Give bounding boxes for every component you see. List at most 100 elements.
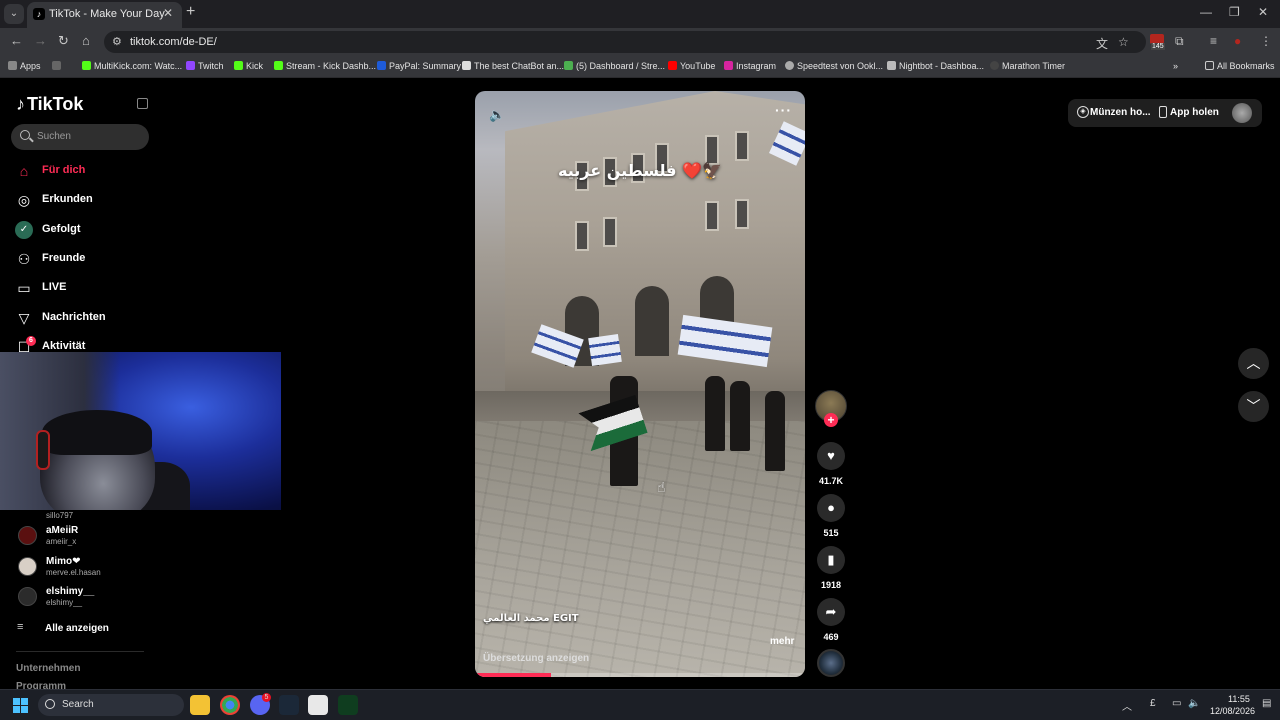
address-bar[interactable]: ⚙ tiktok.com/de-DE/ 文 ☆	[104, 31, 1146, 53]
bookmark-twitch[interactable]: Twitch	[186, 61, 224, 71]
reload-icon[interactable]: ↻	[58, 33, 69, 49]
bookmark-marathon-timer[interactable]: Marathon Timer	[990, 61, 1065, 71]
bookmark-paypal[interactable]: PayPal: Summary	[377, 61, 461, 71]
nav-live[interactable]: ▭ LIVE	[15, 277, 165, 299]
nav-explore[interactable]: ◎ Erkunden	[15, 189, 165, 211]
video-progress-bar[interactable]	[475, 673, 805, 677]
comment-count: 515	[823, 528, 839, 538]
profile-avatar[interactable]	[1232, 103, 1252, 123]
tab-tiktok[interactable]: ♪ TikTok - Make Your Day ✕	[27, 2, 182, 28]
all-bookmarks[interactable]: All Bookmarks	[1205, 61, 1275, 71]
following-account[interactable]: elshimy__ elshimy__	[15, 584, 165, 610]
grid-icon	[52, 61, 61, 70]
follow-plus-icon[interactable]: +	[824, 413, 838, 427]
back-icon[interactable]: ←	[10, 33, 23, 48]
network-icon[interactable]: ▭	[1172, 698, 1181, 709]
chrome-menu-icon[interactable]: ⋮	[1260, 34, 1272, 48]
building-window	[735, 199, 749, 229]
footer-company-link[interactable]: Unternehmen	[16, 663, 80, 674]
more-bookmarks-icon[interactable]: »	[1173, 61, 1178, 71]
bookmark-apps[interactable]: Apps	[8, 61, 41, 71]
extensions-puzzle-icon[interactable]: ⧉	[1175, 34, 1184, 49]
footer-program-link[interactable]: Programm	[16, 681, 66, 689]
avatar	[18, 557, 37, 576]
discord-badge: 5	[262, 693, 271, 702]
profile-icon[interactable]: ●	[1234, 34, 1241, 48]
bookmark-dashboard[interactable]: (5) Dashboard / Stre...	[564, 61, 665, 71]
clock-date[interactable]: 12/08/2026	[1210, 706, 1255, 716]
collapse-sidebar-icon[interactable]	[137, 98, 148, 109]
more-link[interactable]: mehr	[770, 636, 794, 647]
comment-icon: ●	[827, 500, 835, 515]
close-window-icon[interactable]: ✕	[1258, 5, 1268, 19]
site-info-icon[interactable]: ⚙	[112, 35, 122, 48]
bookmark-youtube[interactable]: YouTube	[668, 61, 715, 71]
home-icon[interactable]: ⌂	[82, 33, 90, 48]
close-tab-icon[interactable]: ✕	[163, 6, 173, 20]
bookmark-star-icon[interactable]: ☆	[1118, 35, 1129, 49]
get-app-button[interactable]: App holen	[1170, 107, 1219, 118]
next-video-button[interactable]: ﹀	[1238, 391, 1269, 422]
file-explorer-icon[interactable]	[190, 695, 210, 715]
bookmark-speedtest[interactable]: Speedtest von Ookl...	[785, 61, 883, 71]
volume-icon[interactable]: 🔈	[1188, 698, 1200, 709]
video-player[interactable]: 🔈 ··· فلسطين عربيه ❤️🦅 محمد العالمي EGIT…	[475, 91, 805, 677]
search-icon	[20, 130, 30, 140]
app-green-icon[interactable]	[338, 695, 358, 715]
folder-icon	[1205, 61, 1214, 70]
restore-icon[interactable]: ❐	[1229, 5, 1240, 19]
following-icon: ✓	[15, 221, 33, 239]
app-window-icon[interactable]	[308, 695, 328, 715]
following-account[interactable]: Mimo❤ merve.el.hasan	[15, 554, 165, 580]
following-account[interactable]: aMeiiR ameiir_x	[15, 523, 165, 549]
show-translation-link[interactable]: Übersetzung anzeigen	[483, 653, 589, 664]
kick-icon	[274, 61, 283, 70]
webcam-hair	[42, 410, 152, 455]
show-all-button[interactable]: ≡ Alle anzeigen	[17, 621, 157, 637]
nav-friends[interactable]: ⚇ Freunde	[15, 248, 165, 270]
music-disc-icon[interactable]	[817, 649, 845, 677]
tiktok-logo[interactable]: ♪ TikTok	[16, 94, 83, 115]
language-icon[interactable]: £	[1150, 698, 1156, 709]
nav-for-you[interactable]: ⌂ Für dich	[15, 160, 165, 182]
taskbar-search[interactable]: Search	[38, 694, 184, 716]
chrome-icon[interactable]	[220, 695, 240, 715]
previous-video-button[interactable]: ︿	[1238, 348, 1269, 379]
bookmark-kick-dashboard[interactable]: Stream - Kick Dashb...	[274, 61, 376, 71]
bookmark-nightbot[interactable]: Nightbot - Dashboa...	[887, 61, 984, 71]
bookmark-grid[interactable]	[52, 61, 64, 71]
live-icon: ▭	[17, 280, 31, 296]
translate-icon[interactable]: 文	[1096, 35, 1108, 52]
save-button[interactable]: ▮	[817, 546, 845, 574]
volume-icon[interactable]: 🔈	[489, 107, 505, 123]
save-count: 1918	[820, 580, 842, 590]
more-options-icon[interactable]: ···	[775, 102, 792, 118]
bookmark-chatbot[interactable]: The best ChatBot an...	[462, 61, 564, 71]
clock-time[interactable]: 11:55	[1228, 694, 1250, 704]
share-button[interactable]: ➦	[817, 598, 845, 626]
steam-icon[interactable]	[279, 695, 299, 715]
media-control-icon[interactable]: ≡	[1210, 34, 1217, 48]
windows-start-icon[interactable]	[13, 698, 29, 714]
url-text[interactable]: tiktok.com/de-DE/	[130, 36, 217, 48]
avatar	[18, 526, 37, 545]
bookmark-instagram[interactable]: Instagram	[724, 61, 776, 71]
coin-icon: ◈	[1077, 106, 1089, 118]
forward-icon[interactable]: →	[34, 33, 47, 48]
comment-button[interactable]: ●	[817, 494, 845, 522]
tray-overflow-icon[interactable]: ︿	[1122, 698, 1132, 713]
search-input[interactable]: Suchen	[11, 124, 149, 150]
new-tab-button[interactable]: +	[186, 3, 195, 21]
tab-search-button[interactable]: ⌄	[4, 4, 24, 24]
nav-following[interactable]: ✓ Gefolgt	[15, 219, 165, 241]
kick-icon	[82, 61, 91, 70]
notifications-icon[interactable]: ▤	[1262, 698, 1271, 709]
get-coins-button[interactable]: Münzen ho...	[1090, 107, 1151, 118]
video-author[interactable]: محمد العالمي EGIT	[483, 613, 579, 624]
bookmark-kick[interactable]: Kick	[234, 61, 263, 71]
like-button[interactable]: ♥	[817, 442, 845, 470]
bookmark-multikick[interactable]: MultiKick.com: Watc...	[82, 61, 182, 71]
nav-messages[interactable]: ▽ Nachrichten	[15, 307, 165, 329]
minimize-icon[interactable]: —	[1200, 5, 1212, 19]
compass-icon: ◎	[17, 192, 31, 208]
